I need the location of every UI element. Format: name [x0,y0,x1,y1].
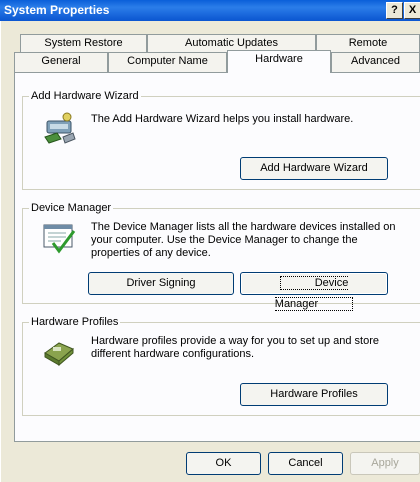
device-manager-button[interactable]: Device Manager [240,272,388,311]
cancel-button[interactable]: Cancel [268,452,343,475]
device-manager-description: The Device Manager lists all the hardwar… [91,221,396,259]
group-legend-wizard: Add Hardware Wizard [29,89,141,103]
tab-hardware[interactable]: Hardware [227,50,331,73]
apply-button[interactable]: Apply [350,452,420,475]
hardware-wizard-icon [44,112,76,144]
wizard-description: The Add Hardware Wizard helps you instal… [91,113,354,125]
tab-computer-name[interactable]: Computer Name [108,52,227,72]
tab-general[interactable]: General [14,52,108,72]
help-button[interactable]: ? [386,2,403,19]
device-manager-button-label: Device Manager [274,276,354,311]
window-title: System Properties [4,3,110,17]
hardware-profiles-icon [44,342,74,367]
tab-advanced[interactable]: Advanced [331,52,420,72]
tab-remote[interactable]: Remote [316,34,420,54]
tab-system-restore[interactable]: System Restore [20,34,147,54]
driver-signing-button[interactable]: Driver Signing [88,272,234,295]
hardware-profiles-description: Hardware profiles provide a way for you … [91,335,379,360]
ok-button[interactable]: OK [186,452,261,475]
add-hardware-wizard-button[interactable]: Add Hardware Wizard [240,157,388,180]
group-legend-profiles: Hardware Profiles [29,315,121,329]
close-button[interactable]: X [404,2,420,19]
group-legend-device-manager: Device Manager [29,201,114,215]
hardware-profiles-button[interactable]: Hardware Profiles [240,383,388,406]
title-bar[interactable]: System Properties ? X [0,0,420,21]
device-manager-icon [43,224,76,254]
